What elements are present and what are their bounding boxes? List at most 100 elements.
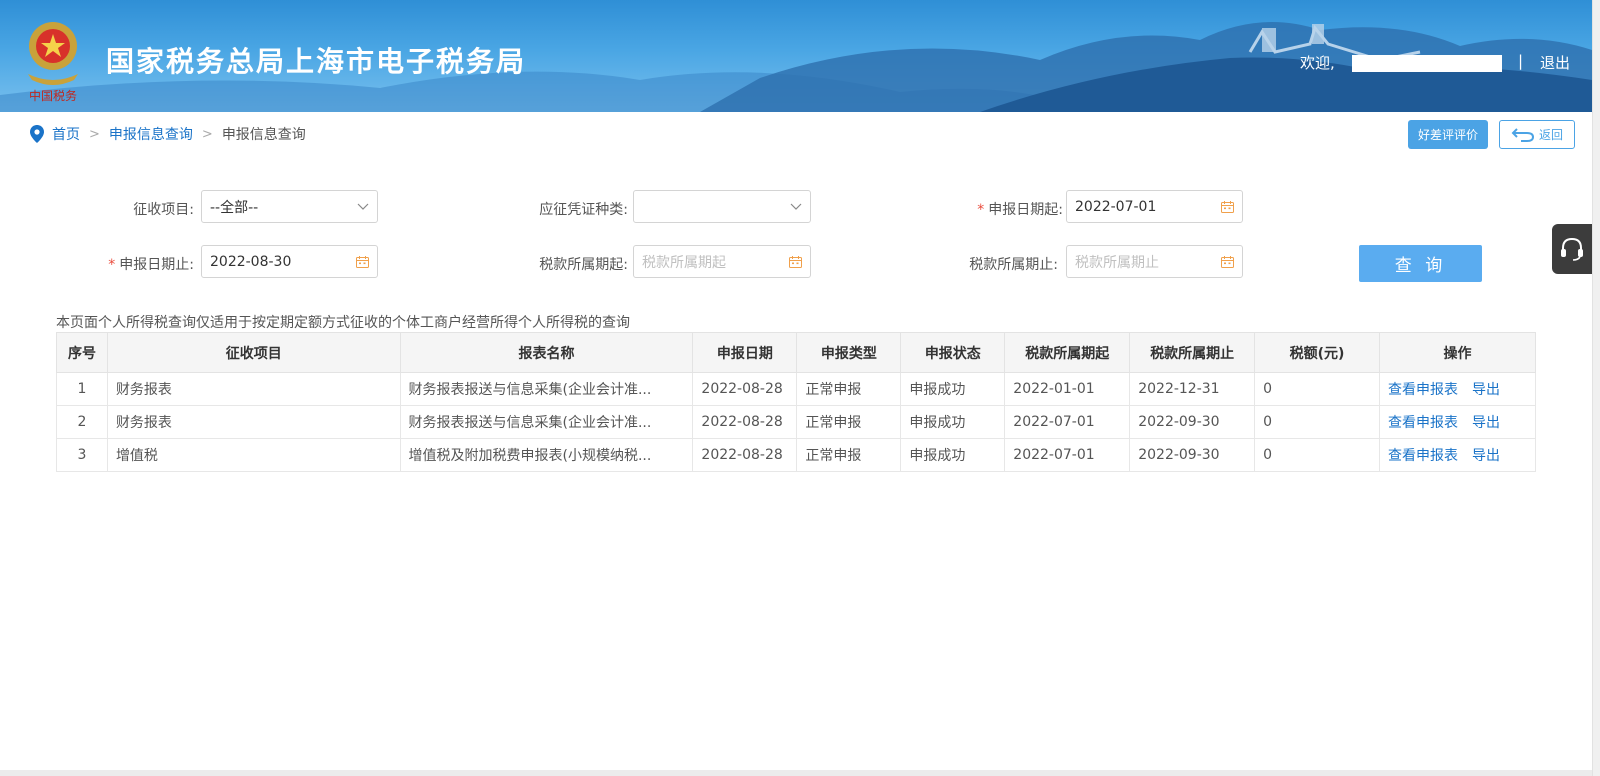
column-header: 税款所属期起: [1004, 332, 1131, 373]
chevron-down-icon: [790, 203, 802, 210]
calendar-icon[interactable]: [1221, 255, 1234, 268]
column-header: 申报日期: [692, 332, 798, 373]
tax-period-start-label: 税款所属期起:: [539, 257, 628, 273]
back-label: 返回: [1538, 128, 1563, 142]
breadcrumb: 首页 > 申报信息查询 > 申报信息查询: [30, 124, 306, 144]
chevron-down-icon: [357, 203, 369, 210]
declare-date-cell: 2022-08-28: [692, 405, 798, 439]
breadcrumb-separator: >: [89, 126, 100, 142]
levy-item-label: 征收项目:: [133, 202, 194, 218]
levy-item-cell: 财务报表: [106, 372, 401, 406]
svg-text:中国税务: 中国税务: [29, 88, 77, 103]
period-start-cell: 2022-07-01: [1004, 405, 1131, 439]
logout-link[interactable]: 退出: [1540, 52, 1570, 73]
headset-icon: [1561, 237, 1583, 261]
required-mark: *: [977, 202, 985, 218]
view-declaration-link[interactable]: 查看申报表: [1388, 415, 1458, 431]
column-header: 序号: [56, 332, 108, 373]
header-separator: |: [1518, 52, 1524, 70]
period-end-cell: 2022-12-31: [1129, 372, 1256, 406]
breadcrumb-home[interactable]: 首页: [52, 124, 80, 144]
declare-type-cell: 正常申报: [796, 372, 902, 406]
period-start-cell: 2022-01-01: [1004, 372, 1131, 406]
voucher-type-select[interactable]: [633, 190, 811, 223]
report-name-cell: 增值税及附加税费申报表(小规模纳税...: [399, 438, 694, 472]
actions-cell: 查看申报表 导出: [1378, 438, 1537, 472]
declare-start-date-input[interactable]: 2022-07-01: [1066, 190, 1243, 223]
declare-status-cell: 申报成功: [900, 405, 1006, 439]
row-number: 2: [56, 405, 108, 439]
tax-amount-cell: 0: [1254, 438, 1380, 472]
column-header: 征收项目: [106, 332, 401, 373]
row-number: 3: [56, 438, 108, 472]
declare-date-cell: 2022-08-28: [692, 372, 798, 406]
view-declaration-link[interactable]: 查看申报表: [1388, 448, 1458, 464]
declare-end-date-input[interactable]: 2022-08-30: [201, 245, 378, 278]
levy-item-cell: 财务报表: [106, 405, 401, 439]
calendar-icon[interactable]: [789, 255, 802, 268]
customer-service-button[interactable]: [1552, 224, 1592, 274]
report-name-cell: 财务报表报送与信息采集(企业会计准...: [399, 405, 694, 439]
export-link[interactable]: 导出: [1472, 382, 1500, 398]
column-header: 申报状态: [900, 332, 1006, 373]
row-number: 1: [56, 372, 108, 406]
calendar-icon[interactable]: [356, 255, 369, 268]
tax-period-end-placeholder: 税款所属期止: [1075, 254, 1159, 271]
rate-button[interactable]: 好差评评价: [1408, 120, 1488, 149]
declare-end-value: 2022-08-30: [210, 253, 292, 270]
tax-period-end-label: 税款所属期止:: [969, 257, 1058, 273]
tax-period-end-input[interactable]: 税款所属期止: [1066, 245, 1243, 278]
column-header: 操作: [1378, 332, 1537, 373]
declare-status-cell: 申报成功: [900, 438, 1006, 472]
header-banner: 中国税务 国家税务总局上海市电子税务局 欢迎, | 退出: [0, 0, 1592, 112]
location-pin-icon: [30, 125, 44, 143]
declare-status-cell: 申报成功: [900, 372, 1006, 406]
breadcrumb-current: 申报信息查询: [221, 127, 306, 143]
export-link[interactable]: 导出: [1472, 448, 1500, 464]
declare-type-cell: 正常申报: [796, 438, 902, 472]
voucher-type-label: 应征凭证种类:: [539, 202, 628, 218]
actions-cell: 查看申报表 导出: [1378, 372, 1537, 406]
return-arrow-icon: [1511, 127, 1534, 142]
column-header: 税额(元): [1254, 332, 1380, 373]
report-name-cell: 财务报表报送与信息采集(企业会计准...: [399, 372, 694, 406]
horizontal-scrollbar[interactable]: [0, 770, 1592, 776]
export-link[interactable]: 导出: [1472, 415, 1500, 431]
levy-item-select[interactable]: --全部--: [201, 190, 378, 223]
column-header: 申报类型: [796, 332, 902, 373]
actions-cell: 查看申报表 导出: [1378, 405, 1537, 439]
column-header: 报表名称: [399, 332, 694, 373]
tax-amount-cell: 0: [1254, 405, 1380, 439]
tax-period-start-placeholder: 税款所属期起: [642, 254, 726, 271]
site-title: 国家税务总局上海市电子税务局: [106, 45, 527, 78]
tax-amount-cell: 0: [1254, 372, 1380, 406]
declare-date-cell: 2022-08-28: [692, 438, 798, 472]
calendar-icon[interactable]: [1221, 200, 1234, 213]
table-row: 2 财务报表 财务报表报送与信息采集(企业会计准... 2022-08-28 正…: [56, 405, 1537, 439]
period-end-cell: 2022-09-30: [1129, 438, 1256, 472]
vertical-scrollbar[interactable]: [1592, 0, 1600, 776]
table-header-row: 序号 征收项目 报表名称 申报日期 申报类型 申报状态 税款所属期起 税款所属期…: [56, 332, 1537, 373]
username-redacted: [1352, 55, 1502, 72]
breadcrumb-separator: >: [201, 126, 213, 142]
levy-item-cell: 增值税: [106, 438, 401, 472]
period-start-cell: 2022-07-01: [1004, 438, 1131, 472]
declare-type-cell: 正常申报: [796, 405, 902, 439]
declare-end-label-text: 申报日期止:: [119, 257, 194, 273]
breadcrumb-declare-query[interactable]: 申报信息查询: [109, 124, 193, 144]
tax-emblem-logo: 中国税务: [18, 14, 88, 104]
declaration-table: 序号 征收项目 报表名称 申报日期 申报类型 申报状态 税款所属期起 税款所属期…: [56, 332, 1537, 472]
tax-period-start-input[interactable]: 税款所属期起: [633, 245, 811, 278]
back-button[interactable]: 返回: [1499, 120, 1575, 149]
declare-start-label-text: 申报日期起:: [988, 202, 1063, 218]
query-button[interactable]: 查 询: [1359, 245, 1482, 282]
required-mark: *: [108, 257, 116, 273]
notice-text: 本页面个人所得税查询仅适用于按定期定额方式征收的个体工商户经营所得个人所得税的查…: [56, 315, 630, 331]
period-end-cell: 2022-09-30: [1129, 405, 1256, 439]
welcome-text: 欢迎,: [1300, 54, 1335, 72]
declare-start-label: * 申报日期起:: [913, 199, 1063, 219]
table-row: 1 财务报表 财务报表报送与信息采集(企业会计准... 2022-08-28 正…: [56, 372, 1537, 406]
view-declaration-link[interactable]: 查看申报表: [1388, 382, 1458, 398]
declare-start-value: 2022-07-01: [1075, 198, 1157, 215]
levy-item-value: --全部--: [210, 199, 259, 216]
